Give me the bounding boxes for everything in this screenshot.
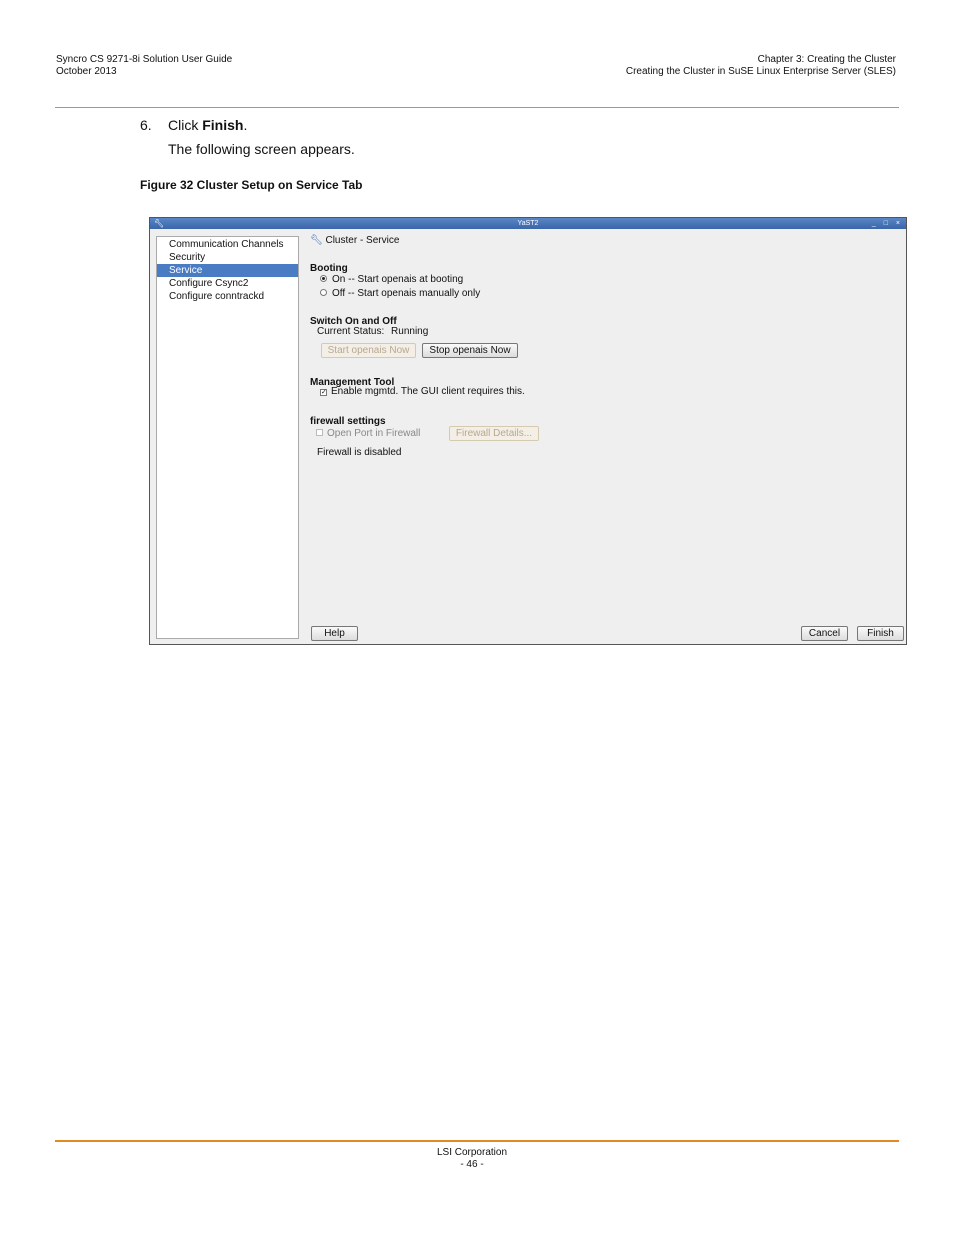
radio-on[interactable]: [320, 275, 327, 282]
wrench-icon: 🔧︎: [154, 219, 165, 228]
sidebar-item-communication-channels[interactable]: Communication Channels: [157, 238, 298, 251]
footer: LSI Corporation - 46 -: [0, 1147, 944, 1171]
sidebar: Communication Channels Security Service …: [156, 236, 299, 639]
help-button[interactable]: Help: [311, 626, 358, 641]
sidebar-item-service[interactable]: Service: [157, 264, 298, 277]
booting-on-label: On -- Start openais at booting: [332, 274, 464, 285]
step-click: Click: [168, 117, 199, 133]
header-right: Chapter 3: Creating the Cluster Creating…: [626, 54, 896, 78]
cluster-icon: 🔧︎: [310, 235, 323, 246]
footer-rule: [55, 1140, 899, 1142]
finish-button[interactable]: Finish: [857, 626, 904, 641]
stop-openais-button[interactable]: Stop openais Now: [422, 343, 518, 358]
window-titlebar: 🔧︎ YaST2 _ □ ×: [150, 218, 906, 229]
page-number: - 46 -: [460, 1159, 484, 1170]
firewall-label: firewall settings: [310, 416, 386, 427]
header-left: Syncro CS 9271-8i Solution User Guide Oc…: [56, 54, 232, 78]
header-rule: [55, 107, 899, 108]
figure-caption: Figure 32 Cluster Setup on Service Tab: [140, 178, 363, 192]
booting-on-option[interactable]: On -- Start openais at booting: [320, 274, 463, 286]
panel-title: Cluster - Service: [325, 235, 400, 246]
open-port-checkbox[interactable]: [316, 429, 323, 436]
open-port-label: Open Port in Firewall: [327, 428, 421, 439]
radio-off[interactable]: [320, 289, 327, 296]
step-period: .: [243, 117, 248, 133]
doc-title: Syncro CS 9271-8i Solution User Guide: [56, 54, 233, 65]
enable-mgmtd-option[interactable]: ✓ Enable mgmtd. The GUI client requires t…: [320, 386, 525, 398]
step-finish: Finish: [202, 117, 244, 133]
enable-mgmtd-label: Enable mgmtd. The GUI client requires th…: [331, 386, 525, 397]
sidebar-item-configure-conntrackd[interactable]: Configure conntrackd: [157, 290, 298, 303]
firewall-details-button[interactable]: Firewall Details...: [449, 426, 539, 441]
booting-off-label: Off -- Start openais manually only: [332, 288, 481, 299]
step-description: The following screen appears.: [168, 141, 355, 157]
current-status: Current Status: Running: [317, 326, 428, 338]
yast-window: 🔧︎ YaST2 _ □ × Communication Channels Se…: [149, 217, 907, 645]
enable-mgmtd-checkbox[interactable]: ✓: [320, 389, 327, 396]
status-value: Running: [391, 326, 429, 337]
footer-company: LSI Corporation: [436, 1147, 508, 1158]
panel-heading: 🔧︎ Cluster - Service: [310, 235, 399, 247]
sidebar-item-security[interactable]: Security: [157, 251, 298, 264]
chapter-title: Chapter 3: Creating the Cluster: [757, 54, 896, 65]
window-controls[interactable]: _ □ ×: [872, 218, 903, 229]
doc-date: October 2013: [56, 66, 117, 77]
window-title: YaST2: [517, 220, 539, 227]
open-port-option[interactable]: Open Port in Firewall: [316, 428, 420, 440]
sidebar-item-configure-csync2[interactable]: Configure Csync2: [157, 277, 298, 290]
status-label: Current Status:: [317, 326, 385, 337]
cancel-button[interactable]: Cancel: [801, 626, 848, 641]
start-openais-button[interactable]: Start openais Now: [321, 343, 416, 358]
booting-off-option[interactable]: Off -- Start openais manually only: [320, 288, 480, 300]
step-number: 6.: [140, 117, 152, 133]
section-title: Creating the Cluster in SuSE Linux Enter…: [625, 66, 896, 77]
firewall-status: Firewall is disabled: [317, 447, 402, 458]
service-panel: 🔧︎ Cluster - Service Booting On -- Start…: [300, 230, 906, 644]
step-line: 6. Click Finish.: [140, 117, 247, 133]
